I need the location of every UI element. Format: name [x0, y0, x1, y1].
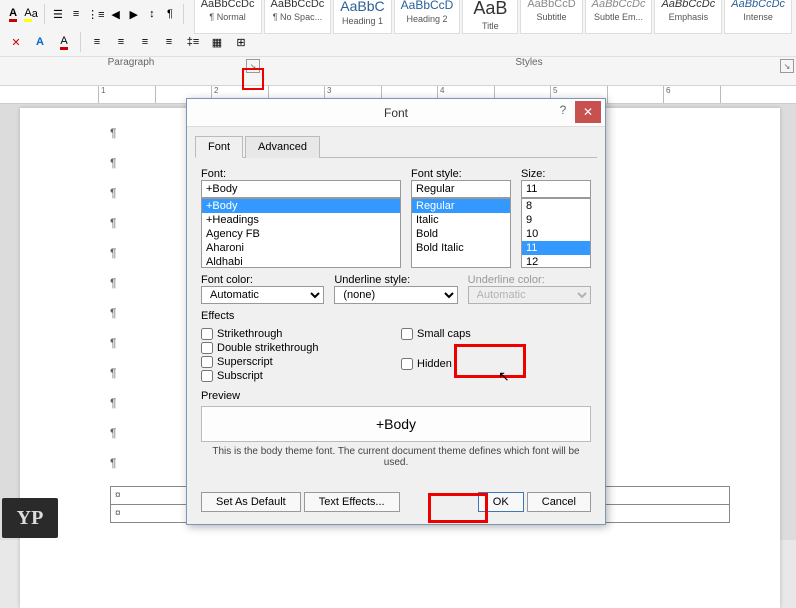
style-emphasis[interactable]: AaBbCcDcEmphasis [654, 0, 722, 34]
ribbon: A Aa ☰ ≡ ⋮≡ ◀ ▶ ↕ ¶ AaBbCcDc¶ Normal AaB… [0, 0, 796, 86]
show-marks-icon[interactable]: ¶ [162, 3, 178, 25]
align-right-icon[interactable]: ≡ [134, 31, 156, 53]
font-listbox[interactable]: +Body +Headings Agency FB Aharoni Aldhab… [201, 198, 401, 268]
ok-button[interactable]: OK [478, 492, 524, 512]
set-default-button[interactable]: Set As Default [201, 492, 301, 512]
justify-icon[interactable]: ≡ [158, 31, 180, 53]
style-title[interactable]: AaBTitle [462, 0, 518, 34]
align-center-icon[interactable]: ≡ [110, 31, 132, 53]
tab-advanced[interactable]: Advanced [245, 136, 320, 158]
font-fill-icon[interactable]: A [53, 31, 75, 53]
increase-indent-icon[interactable]: ▶ [126, 3, 142, 25]
style-normal[interactable]: AaBbCcDc¶ Normal [194, 0, 262, 34]
font-color-label: Font color: [201, 274, 324, 286]
tab-font[interactable]: Font [195, 136, 243, 158]
numbering-icon[interactable]: ≡ [68, 3, 84, 25]
preview-box: +Body [201, 406, 591, 442]
chk-superscript[interactable]: Superscript [201, 356, 391, 368]
styles-gallery: AaBbCcDc¶ Normal AaBbCcDc¶ No Spac... Aa… [194, 0, 792, 34]
line-spacing-icon[interactable]: ‡≡ [182, 31, 204, 53]
size-input[interactable] [521, 180, 591, 198]
font-color-icon[interactable]: A [5, 3, 21, 25]
watermark-logo: YP [2, 498, 58, 538]
cursor-icon: ↖ [498, 368, 510, 385]
size-listbox[interactable]: 8 9 10 11 12 [521, 198, 591, 268]
effects-label: Effects [201, 310, 591, 322]
underline-style-combo[interactable]: (none) [334, 286, 457, 304]
font-style-input[interactable] [411, 180, 511, 198]
style-heading1[interactable]: AaBbCHeading 1 [333, 0, 391, 34]
font-input[interactable] [201, 180, 401, 198]
chk-strikethrough[interactable]: Strikethrough [201, 328, 391, 340]
style-intense[interactable]: AaBbCcDcIntense [724, 0, 792, 34]
font-style-label: Font style: [411, 168, 511, 180]
chk-subscript[interactable]: Subscript [201, 370, 391, 382]
help-icon[interactable]: ? [553, 103, 573, 123]
close-icon[interactable]: ✕ [575, 101, 601, 123]
align-left-icon[interactable]: ≡ [86, 31, 108, 53]
text-effect-icon[interactable]: A [29, 31, 51, 53]
chk-hidden[interactable]: Hidden [401, 358, 591, 370]
underline-color-combo: Automatic [468, 286, 591, 304]
sort-icon[interactable]: ↕ [144, 3, 160, 25]
font-dialog: Font ? ✕ Font Advanced Font: +Body +Head… [186, 98, 606, 525]
preview-label: Preview [201, 390, 591, 402]
shading-icon[interactable]: ▦ [206, 31, 228, 53]
dialog-title: Font ? ✕ [187, 99, 605, 127]
text-effects-button[interactable]: Text Effects... [304, 492, 400, 512]
style-subtitle[interactable]: AaBbCcDSubtitle [520, 0, 582, 34]
underline-color-label: Underline color: [468, 274, 591, 286]
chk-double-strikethrough[interactable]: Double strikethrough [201, 342, 391, 354]
cancel-button[interactable]: Cancel [527, 492, 591, 512]
bullets-icon[interactable]: ☰ [50, 3, 66, 25]
preview-note: This is the body theme font. The current… [201, 446, 591, 468]
size-label: Size: [521, 168, 591, 180]
style-subtle-emph[interactable]: AaBbCcDcSubtle Em... [585, 0, 653, 34]
font-color-combo[interactable]: Automatic [201, 286, 324, 304]
group-styles: Styles ↘ [262, 57, 796, 76]
underline-style-label: Underline style: [334, 274, 457, 286]
chk-small-caps[interactable]: Small caps [401, 328, 591, 340]
style-heading2[interactable]: AaBbCcDHeading 2 [394, 0, 461, 34]
font-label: Font: [201, 168, 401, 180]
decrease-indent-icon[interactable]: ◀ [108, 3, 124, 25]
highlight-icon[interactable]: Aa [23, 3, 39, 25]
clear-format-icon[interactable]: ✕ [5, 31, 27, 53]
style-nospacing[interactable]: AaBbCcDc¶ No Spac... [264, 0, 332, 34]
font-style-listbox[interactable]: Regular Italic Bold Bold Italic [411, 198, 511, 268]
borders-icon[interactable]: ⊞ [230, 31, 252, 53]
multilevel-icon[interactable]: ⋮≡ [86, 3, 105, 25]
highlight-paragraph-launcher [242, 68, 264, 90]
styles-launcher-icon[interactable]: ↘ [780, 59, 794, 73]
group-paragraph: Paragraph ↘ [0, 57, 262, 76]
